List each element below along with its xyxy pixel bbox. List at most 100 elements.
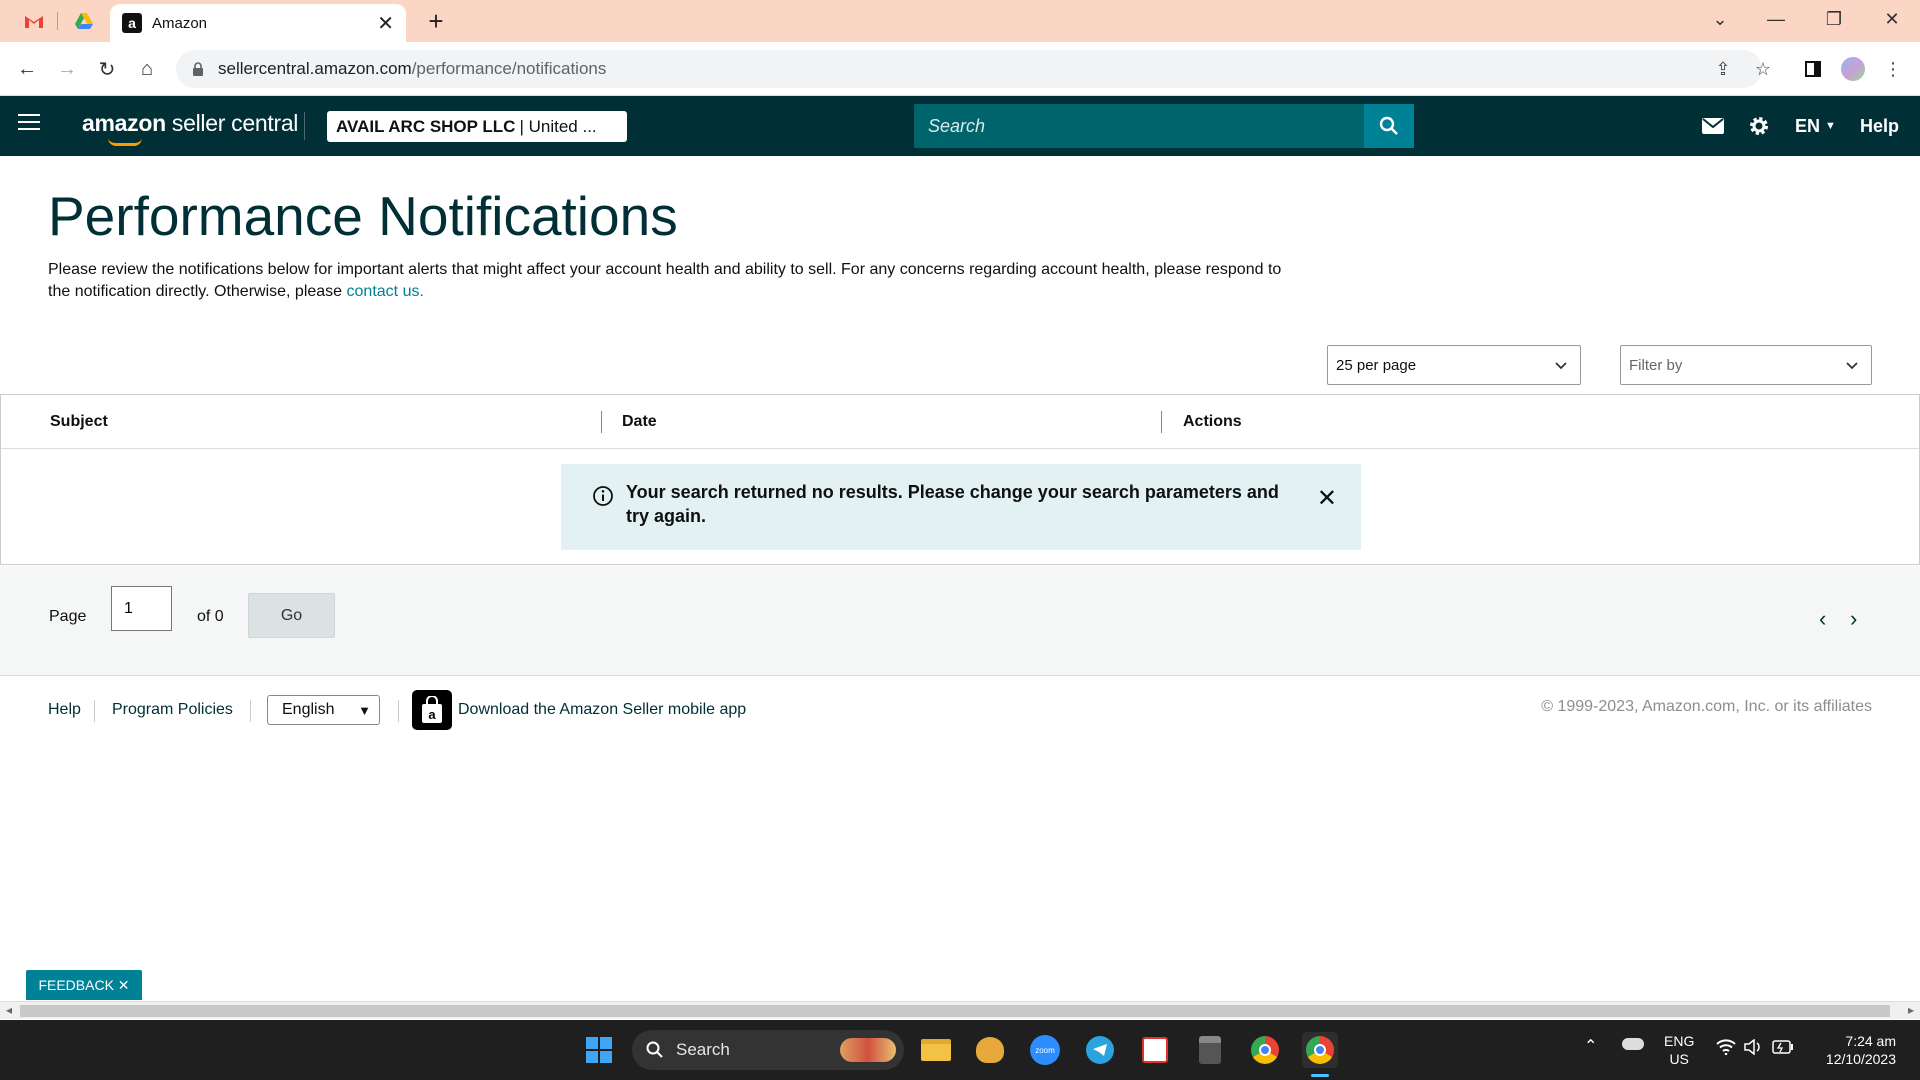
seller-central-header: amazon seller central AVAIL ARC SHOP LLC… xyxy=(0,96,1920,156)
footer-language-select[interactable]: English ▼ xyxy=(267,695,380,725)
dismiss-alert-close-icon[interactable]: ✕ xyxy=(1317,484,1337,513)
per-page-value: 25 per page xyxy=(1336,356,1417,374)
side-panel-icon[interactable] xyxy=(1798,54,1828,84)
footer-help-link[interactable]: Help xyxy=(48,701,81,719)
drive-pinned-tab[interactable] xyxy=(66,6,102,36)
close-tab-icon[interactable]: ✕ xyxy=(377,11,394,36)
home-icon[interactable]: ⌂ xyxy=(132,54,162,84)
footer-language-value: English xyxy=(282,701,335,718)
download-app-link[interactable]: Download the Amazon Seller mobile app xyxy=(458,701,746,719)
horizontal-scrollbar[interactable]: ◂ ▸ xyxy=(0,1001,1920,1019)
header-help-link[interactable]: Help xyxy=(1860,114,1899,138)
messages-envelope-icon[interactable] xyxy=(1702,114,1724,138)
account-switcher[interactable]: AVAIL ARC SHOP LLC | United ... xyxy=(327,111,627,142)
page-title: Performance Notifications xyxy=(48,185,678,247)
system-clock[interactable]: 7:24 am 12/10/2023 xyxy=(1816,1032,1896,1068)
settings-gear-icon[interactable] xyxy=(1748,114,1770,138)
close-window-button[interactable]: ✕ xyxy=(1862,0,1920,38)
hamburger-menu-icon[interactable] xyxy=(18,114,40,138)
active-tab[interactable]: a Amazon ✕ xyxy=(110,4,406,42)
share-icon[interactable]: ⇪ xyxy=(1708,54,1738,84)
input-language-code: ENG xyxy=(1664,1033,1695,1049)
address-bar[interactable]: sellercentral.amazon.com/performance/not… xyxy=(176,50,1762,88)
logo-seller-central-text: seller central xyxy=(165,110,299,136)
scrollbar-thumb[interactable] xyxy=(20,1005,1890,1017)
chrome-icon[interactable] xyxy=(1247,1032,1283,1068)
restore-button[interactable]: ❐ xyxy=(1804,0,1864,38)
tab-search-chevron-icon[interactable]: ⌄ xyxy=(1690,0,1750,38)
lock-icon xyxy=(193,62,203,76)
browser-menu-icon[interactable]: ⋮ xyxy=(1878,54,1908,84)
language-selector[interactable]: EN ▼ xyxy=(1795,114,1836,138)
snipping-tool-icon[interactable] xyxy=(1137,1032,1173,1068)
scroll-left-arrow-icon[interactable]: ◂ xyxy=(6,1003,12,1017)
seller-app-bag-icon[interactable]: a xyxy=(412,690,452,730)
feedback-button[interactable]: FEEDBACK ✕ xyxy=(26,970,142,1000)
reload-icon[interactable]: ↻ xyxy=(92,54,122,84)
column-header-subject[interactable]: Subject xyxy=(50,413,108,431)
clock-time: 7:24 am xyxy=(1845,1033,1896,1049)
telegram-icon[interactable] xyxy=(1082,1032,1118,1068)
contact-us-link[interactable]: contact us. xyxy=(347,283,424,300)
windows-start-icon[interactable] xyxy=(581,1032,617,1068)
input-region-code: US xyxy=(1669,1051,1689,1067)
info-icon xyxy=(593,486,613,506)
column-divider xyxy=(601,411,602,433)
language-code: EN xyxy=(1795,115,1821,136)
tab-title: Amazon xyxy=(152,14,208,32)
battery-icon[interactable] xyxy=(1772,1040,1794,1058)
program-policies-link[interactable]: Program Policies xyxy=(112,701,233,719)
go-button[interactable]: Go xyxy=(248,593,335,638)
chevron-down-icon xyxy=(1555,362,1567,370)
table-header: Subject Date Actions xyxy=(1,395,1919,449)
taskbar-search-label: Search xyxy=(676,1040,730,1059)
chrome-active-icon[interactable] xyxy=(1302,1032,1338,1068)
gmail-pinned-tab[interactable] xyxy=(16,6,52,36)
notifications-table: Subject Date Actions Your search returne… xyxy=(0,394,1920,565)
amazon-favicon-icon: a xyxy=(122,13,142,33)
new-tab-button[interactable]: + xyxy=(420,6,452,36)
minimize-button[interactable]: — xyxy=(1746,0,1806,38)
browser-tab-strip: a Amazon ✕ + ⌄ — ❐ ✕ xyxy=(0,0,1920,42)
wifi-icon[interactable] xyxy=(1716,1039,1736,1060)
no-results-alert: Your search returned no results. Please … xyxy=(561,464,1361,550)
google-drive-icon xyxy=(75,13,93,29)
taskbar-search-box[interactable]: Search xyxy=(632,1030,904,1070)
filter-by-select[interactable]: Filter by xyxy=(1620,345,1872,385)
calculator-icon[interactable] xyxy=(1192,1032,1228,1068)
url-path: /performance/notifications xyxy=(411,59,607,78)
seller-central-logo[interactable]: amazon seller central xyxy=(82,110,299,146)
next-page-chevron-icon[interactable]: › xyxy=(1850,606,1857,632)
copyright-text: © 1999-2023, Amazon.com, Inc. or its aff… xyxy=(1541,698,1872,715)
app-character-icon[interactable] xyxy=(972,1032,1008,1068)
header-search-placeholder: Search xyxy=(928,116,986,136)
zoom-icon[interactable]: zoom xyxy=(1027,1032,1063,1068)
per-page-select[interactable]: 25 per page xyxy=(1327,345,1581,385)
column-divider xyxy=(1161,411,1162,433)
bookmark-star-icon[interactable]: ☆ xyxy=(1748,54,1778,84)
volume-icon[interactable] xyxy=(1744,1038,1764,1059)
pagination-bar: Page of 0 Go ‹ › xyxy=(0,566,1920,676)
onedrive-cloud-icon[interactable] xyxy=(1622,1038,1644,1050)
no-results-message: Your search returned no results. Please … xyxy=(626,482,1279,526)
input-language-indicator[interactable]: ENG US xyxy=(1664,1032,1694,1068)
page-number-input[interactable] xyxy=(111,586,172,631)
header-search-box[interactable]: Search xyxy=(914,104,1414,148)
column-header-date[interactable]: Date xyxy=(622,413,657,431)
back-arrow-icon[interactable]: ← xyxy=(12,54,42,84)
search-icon xyxy=(1379,116,1398,135)
profile-avatar[interactable] xyxy=(1838,54,1868,84)
show-hidden-icons-chevron-icon[interactable]: ⌃ xyxy=(1584,1038,1597,1056)
page-footer: Help Program Policies English ▼ a Downlo… xyxy=(0,690,1920,730)
account-region: | United ... xyxy=(519,116,597,136)
logo-amazon-text: amazon xyxy=(82,110,166,136)
previous-page-chevron-icon[interactable]: ‹ xyxy=(1819,606,1826,632)
tab-divider xyxy=(57,12,58,30)
page-description: Please review the notifications below fo… xyxy=(48,259,1288,303)
scroll-right-arrow-icon[interactable]: ▸ xyxy=(1908,1003,1914,1017)
page-count-label: of 0 xyxy=(197,608,224,625)
clock-date: 12/10/2023 xyxy=(1825,1051,1896,1067)
forward-arrow-icon[interactable]: → xyxy=(52,54,82,84)
file-explorer-icon[interactable] xyxy=(918,1032,954,1068)
search-button[interactable] xyxy=(1364,104,1414,148)
